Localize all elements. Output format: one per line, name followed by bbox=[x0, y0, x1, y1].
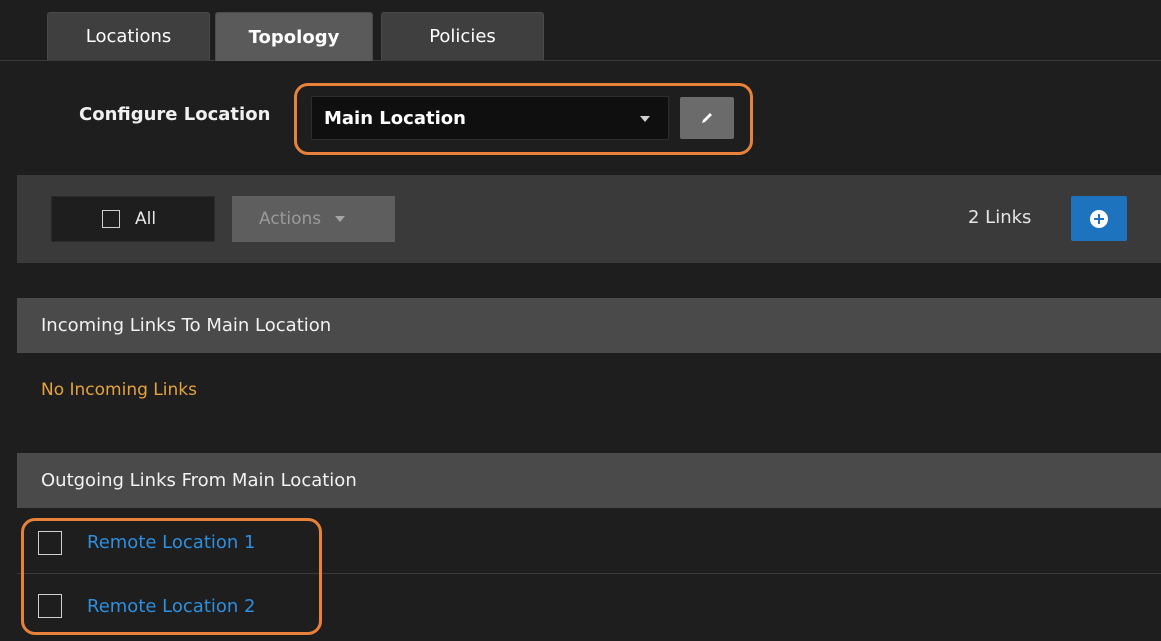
links-count: 2 Links bbox=[968, 207, 1032, 228]
outgoing-links-title: Outgoing Links From Main Location bbox=[41, 470, 357, 491]
tab-bar: Locations Topology Policies bbox=[0, 0, 1161, 61]
select-all-control[interactable]: All bbox=[51, 196, 215, 242]
select-all-label: All bbox=[135, 209, 157, 229]
tab-policies[interactable]: Policies bbox=[381, 12, 544, 60]
plus-circle-icon bbox=[1090, 209, 1108, 228]
links-highlight bbox=[21, 518, 322, 635]
location-select-value: Main Location bbox=[324, 107, 466, 129]
select-all-checkbox[interactable] bbox=[102, 210, 120, 228]
edit-location-button[interactable] bbox=[680, 97, 734, 139]
outgoing-links-header: Outgoing Links From Main Location bbox=[17, 453, 1161, 508]
actions-dropdown[interactable]: Actions bbox=[232, 196, 395, 242]
add-link-button[interactable] bbox=[1071, 196, 1127, 241]
pencil-icon bbox=[702, 113, 712, 123]
chevron-down-icon bbox=[335, 216, 346, 222]
actions-label: Actions bbox=[259, 209, 322, 229]
location-select[interactable]: Main Location bbox=[311, 96, 669, 140]
tab-locations[interactable]: Locations bbox=[47, 12, 210, 60]
configure-location-label: Configure Location bbox=[79, 104, 271, 125]
incoming-links-title: Incoming Links To Main Location bbox=[41, 315, 332, 336]
chevron-down-icon bbox=[640, 116, 650, 122]
tab-topology[interactable]: Topology bbox=[215, 12, 373, 61]
no-incoming-links-message: No Incoming Links bbox=[41, 380, 197, 400]
incoming-links-header: Incoming Links To Main Location bbox=[17, 298, 1161, 353]
